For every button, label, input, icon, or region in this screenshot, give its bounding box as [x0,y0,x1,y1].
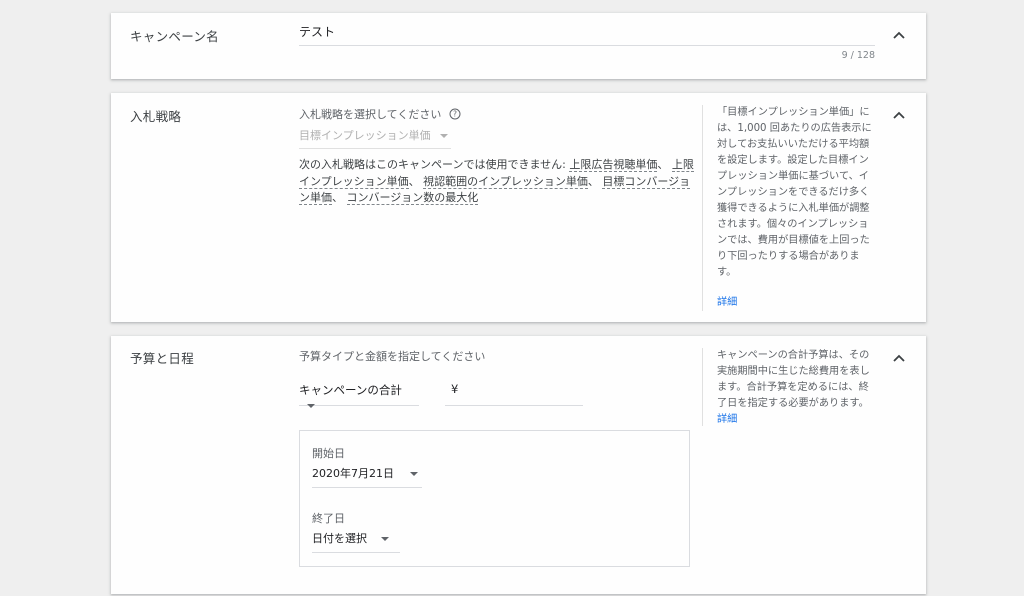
chevron-up-icon [893,31,905,39]
budget-instruction: 予算タイプと金額を指定してください [299,350,486,363]
budget-help-panel: キャンペーンの合計予算は、その実施期間中に生じた総費用を表します。合計予算を定め… [702,348,877,426]
bidding-select-label-row: 入札戦略を選択してください ? [299,106,461,122]
unavailable-strategy-link[interactable]: 上限広告視聴単価 [569,158,658,172]
bidding-select-label: 入札戦略を選択してください [299,108,442,121]
bidding-learn-more-link[interactable]: 詳細 [717,295,877,311]
budget-amount-input[interactable]: ¥ [445,382,583,406]
bidding-help-panel: 「目標インプレッション単価」には、1,000 回あたりの広告表示に対してお支払い… [702,105,877,311]
unavailable-prefix: 次の入札戦略はこのキャンペーンでは使用できません: [299,158,566,171]
end-date-dropdown[interactable]: 日付を選択 [312,530,400,553]
bidding-title: 入札戦略 [130,109,182,124]
separator: 、 [332,191,343,204]
campaign-name-counter: 9 / 128 [841,50,875,61]
currency-symbol: ¥ [451,382,459,396]
date-box: 開始日 2020年7月21日 終了日 日付を選択 [299,430,690,567]
campaign-name-value: テスト [299,25,336,39]
campaign-name-title: キャンペーン名 [130,29,219,44]
campaign-name-input[interactable]: テスト [299,23,875,46]
help-circle-icon[interactable]: ? [449,108,461,120]
bidding-strategy-dropdown[interactable]: 目標インプレッション単価 [299,127,451,149]
bidding-card: 入札戦略 入札戦略を選択してください ? 目標インプレッション単価 次の入札戦略… [111,93,926,322]
start-date-label: 開始日 [312,447,345,460]
budget-collapse-button[interactable] [892,351,906,365]
campaign-name-card: キャンペーン名 テスト 9 / 128 [111,13,926,79]
unavailable-strategy-link[interactable]: 視認範囲のインプレッション単価 [423,174,588,189]
svg-text:?: ? [453,110,457,119]
separator: 、 [408,174,420,188]
budget-card: 予算と日程 予算タイプと金額を指定してください キャンペーンの合計 ¥ 開始日 … [111,336,926,594]
budget-title: 予算と日程 [130,351,195,366]
budget-type-dropdown[interactable]: キャンペーンの合計 [299,382,419,408]
arrow-drop-down-icon [440,134,449,138]
budget-learn-more-link[interactable]: 詳細 [717,412,877,428]
arrow-drop-down-icon [380,537,389,541]
start-date-dropdown[interactable]: 2020年7月21日 [312,465,422,488]
arrow-drop-down-icon [409,472,418,476]
arrow-drop-down-icon [307,403,315,408]
end-date-label: 終了日 [312,512,345,525]
separator: 、 [657,158,669,171]
campaign-name-collapse-button[interactable] [892,28,906,42]
chevron-up-icon [893,354,905,362]
end-date-value: 日付を選択 [312,532,367,545]
bidding-strategy-value: 目標インプレッション単価 [299,129,431,142]
budget-help-text: キャンペーンの合計予算は、その実施期間中に生じた総費用を表します。合計予算を定め… [717,350,870,409]
bidding-help-text: 「目標インプレッション単価」には、1,000 回あたりの広告表示に対してお支払い… [717,107,872,278]
start-date-value: 2020年7月21日 [312,467,394,480]
unavailable-strategy-link[interactable]: コンバージョン数の最大化 [346,191,479,205]
bidding-collapse-button[interactable] [892,108,906,122]
bidding-unavailable-text: 次の入札戦略はこのキャンペーンでは使用できません: 上限広告視聴単価、 上限イン… [299,157,699,207]
budget-type-value: キャンペーンの合計 [299,383,402,397]
separator: 、 [587,174,599,188]
chevron-up-icon [893,111,905,119]
